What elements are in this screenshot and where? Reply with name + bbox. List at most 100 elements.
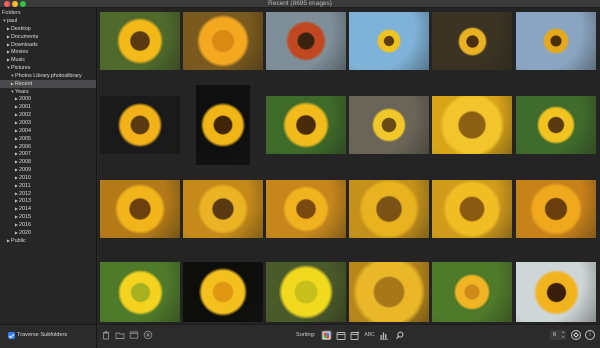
flower-shape: [198, 184, 248, 234]
image-thumbnail-sunflower-field-sky[interactable]: [349, 12, 429, 70]
folder-tree-item[interactable]: ▶2014: [0, 205, 96, 213]
flower-shape: [353, 262, 425, 322]
thumbnail-size-stepper[interactable]: 6 ▴ ▾: [550, 330, 566, 340]
image-thumbnail-sunflower-side-green[interactable]: [516, 96, 596, 154]
folder-label: 2000: [19, 96, 31, 103]
folder-label: 2020: [19, 229, 31, 236]
folder-tree-item[interactable]: ▶Movies: [0, 48, 96, 56]
folder-tree-item[interactable]: ▼Pictures: [0, 64, 96, 72]
folder-tree-item[interactable]: ▶2015: [0, 213, 96, 221]
folder-tree-item[interactable]: ▶2010: [0, 174, 96, 182]
image-thumbnail-sunflower-seeds-macro[interactable]: [349, 180, 429, 238]
stepper-arrows-icon: ▴ ▾: [562, 330, 564, 339]
folder-tree-item[interactable]: ▶Music: [0, 56, 96, 64]
folder-label: 2006: [19, 143, 31, 150]
sidebar-footer: Traverse Subfolders: [0, 324, 97, 348]
traverse-subfolders-checkbox[interactable]: [8, 332, 15, 339]
sidebar-header: Folders: [2, 10, 21, 16]
image-thumbnail-sunflower-field-blue[interactable]: [516, 12, 596, 70]
folder-label: 2001: [19, 104, 31, 111]
folder-label: 2008: [19, 159, 31, 166]
folder-tree-item[interactable]: ▼Years: [0, 88, 96, 96]
image-thumbnail-red-sunflower-lake[interactable]: [266, 12, 346, 70]
folder-tree-item[interactable]: ▶2003: [0, 119, 96, 127]
folder-label: 2014: [19, 206, 31, 213]
folder-label: 2015: [19, 214, 31, 221]
image-thumbnail-sunflower-green-leaves[interactable]: [266, 96, 346, 154]
flower-shape: [443, 180, 501, 238]
folder-label: 2004: [19, 127, 31, 134]
folder-tree-item[interactable]: ▶2016: [0, 221, 96, 229]
folder-label: Public: [11, 237, 26, 244]
folder-tree-item[interactable]: ▶2005: [0, 135, 96, 143]
image-thumbnail-yellow-tulips[interactable]: [100, 262, 180, 322]
image-grid: [98, 8, 600, 324]
folder-tree-item[interactable]: ▶2013: [0, 197, 96, 205]
window-icon[interactable]: [129, 330, 139, 340]
folder-tree-item[interactable]: ▶Desktop: [0, 25, 96, 33]
bar-chart-icon[interactable]: [378, 330, 389, 340]
image-thumbnail-yellow-hibiscus[interactable]: [266, 262, 346, 322]
flower-shape: [282, 185, 330, 233]
folder-tree-item[interactable]: ▼paul: [0, 17, 96, 25]
folder-tree-item[interactable]: ▶Public: [0, 237, 96, 245]
folder-tree-item[interactable]: ▶2008: [0, 158, 96, 166]
folder-label: 2011: [19, 182, 31, 189]
flower-shape: [282, 101, 330, 149]
image-thumbnail-sunflower-closeup-dark[interactable]: [100, 96, 180, 154]
image-thumbnail-yellow-poppy-dark[interactable]: [183, 262, 263, 322]
folder-tree-item[interactable]: ▶2000: [0, 95, 96, 103]
folder-tree-item[interactable]: ▶2007: [0, 150, 96, 158]
close-circle-icon[interactable]: [143, 330, 153, 340]
image-thumbnail-sunflower-orange-bg[interactable]: [100, 180, 180, 238]
folder-tree-item[interactable]: ▶2004: [0, 127, 96, 135]
folder-label: Music: [11, 57, 26, 64]
flower-shape: [199, 268, 247, 316]
flower-shape: [358, 180, 420, 238]
folder-icon[interactable]: [115, 330, 125, 340]
image-thumbnail-sunflower-blur-orange[interactable]: [266, 180, 346, 238]
flower-shape: [118, 103, 162, 147]
folder-tree-item[interactable]: ▶2001: [0, 103, 96, 111]
flower-shape: [117, 269, 163, 315]
flower-shape: [279, 265, 333, 319]
folder-tree-item[interactable]: ▶2002: [0, 111, 96, 119]
image-thumbnail-sunflower-seeds-center[interactable]: [432, 180, 512, 238]
calendar-icon[interactable]: [335, 330, 346, 340]
trash-icon[interactable]: [101, 330, 111, 340]
traverse-subfolders-label: Traverse Subfolders: [17, 332, 68, 338]
image-thumbnail-sunflower-bee[interactable]: [183, 180, 263, 238]
folder-tree-item[interactable]: ▶2011: [0, 182, 96, 190]
image-thumbnail-sunflower-petals-macro[interactable]: [349, 262, 429, 322]
image-thumbnail-sunflower-portrait[interactable]: [196, 85, 250, 165]
folder-label: Years: [15, 88, 29, 95]
folder-tree-item[interactable]: ▶2006: [0, 143, 96, 151]
flower-shape: [537, 106, 575, 144]
calendar-plus-icon[interactable]: [349, 330, 360, 340]
image-thumbnail-sunflower-sunset[interactable]: [432, 12, 512, 70]
folder-tree-item[interactable]: ▶Downloads: [0, 41, 96, 49]
folder-label: 2007: [19, 151, 31, 158]
folder-tree-item[interactable]: ▶Documents: [0, 33, 96, 41]
image-thumbnail-sunflower-macro-center[interactable]: [432, 96, 512, 154]
folder-tree-item[interactable]: ▶2012: [0, 190, 96, 198]
thumbnail-size-value: 6: [553, 332, 557, 338]
gear-icon[interactable]: [571, 330, 581, 340]
bottom-toolbar: Sorting: ABC 6 ▴ ▾ i: [97, 324, 600, 348]
folder-label: Desktop: [11, 25, 31, 32]
folder-tree-item[interactable]: ▶2020: [0, 229, 96, 237]
image-thumbnail-zinnia-yellow-green[interactable]: [432, 262, 512, 322]
info-icon[interactable]: i: [585, 330, 595, 340]
folder-tree-item[interactable]: ▼Photos Library.photoslibrary: [0, 72, 96, 80]
sort-abc-button[interactable]: ABC: [364, 330, 375, 340]
folder-label: 2013: [19, 198, 31, 205]
image-thumbnail-zinnia-orange[interactable]: [183, 12, 263, 70]
search-icon[interactable]: [394, 330, 405, 340]
image-thumbnail-sunflower-bee-orange[interactable]: [516, 180, 596, 238]
image-thumbnail-black-eyed-susan[interactable]: [516, 262, 596, 322]
folder-tree-item[interactable]: ▶2009: [0, 166, 96, 174]
sort-by-color-button[interactable]: [321, 330, 332, 340]
folder-tree-item[interactable]: ▶Recent: [0, 79, 96, 88]
image-thumbnail-sunflower-single-green-bg[interactable]: [100, 12, 180, 70]
image-thumbnail-sunflower-wall[interactable]: [349, 96, 429, 154]
